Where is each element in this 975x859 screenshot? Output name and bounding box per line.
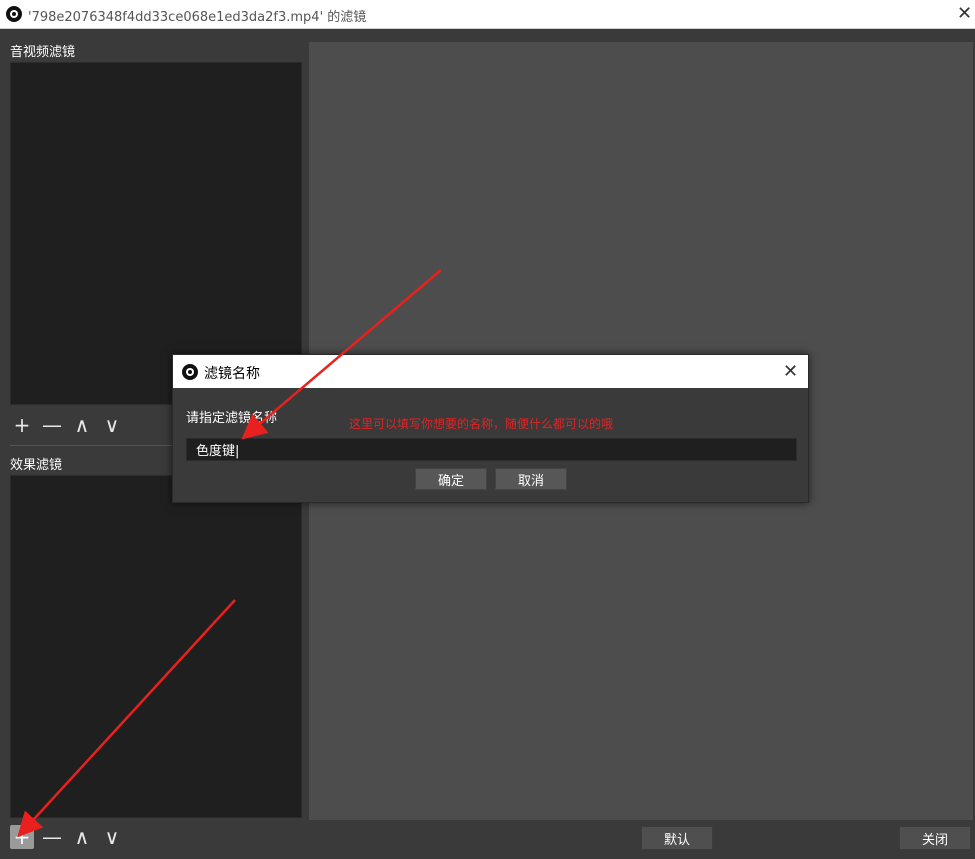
effect-filters-toolbar: + — ∧ ∨ xyxy=(10,824,124,850)
minus-icon[interactable]: — xyxy=(40,413,64,437)
effect-filters-label: 效果滤镜 xyxy=(10,458,63,473)
plus-icon[interactable]: + xyxy=(10,413,34,437)
close-icon[interactable]: ✕ xyxy=(783,363,798,381)
dialog-title: 滤镜名称 xyxy=(204,366,260,382)
dialog-prompt: 请指定滤镜名称 xyxy=(186,411,278,426)
chevron-up-icon[interactable]: ∧ xyxy=(70,825,94,849)
minus-icon[interactable]: — xyxy=(40,825,64,849)
cancel-button[interactable]: 取消 xyxy=(495,468,567,490)
annotation-text: 这里可以填写你想要的名称，随便什么都可以的哦 xyxy=(349,417,614,431)
chevron-down-icon[interactable]: ∨ xyxy=(100,413,124,437)
effect-filters-list[interactable] xyxy=(10,475,302,818)
window-title: '798e2076348f4dd33ce068e1ed3da2f3.mp4' 的… xyxy=(28,10,367,25)
dialog-titlebar: 滤镜名称 ✕ xyxy=(173,355,808,388)
filter-name-input[interactable] xyxy=(186,438,797,461)
window-titlebar: '798e2076348f4dd33ce068e1ed3da2f3.mp4' 的… xyxy=(0,0,975,29)
audio-video-filters-toolbar: + — ∧ ∨ xyxy=(10,412,124,438)
close-icon[interactable]: ✕ xyxy=(957,5,972,23)
close-button[interactable]: 关闭 xyxy=(899,826,971,850)
plus-icon[interactable]: + xyxy=(10,825,34,849)
chevron-up-icon[interactable]: ∧ xyxy=(70,413,94,437)
obs-logo-icon xyxy=(6,6,22,22)
ok-button[interactable]: 确定 xyxy=(415,468,487,490)
chevron-down-icon[interactable]: ∨ xyxy=(100,825,124,849)
defaults-button[interactable]: 默认 xyxy=(641,826,713,850)
obs-logo-icon xyxy=(182,364,198,380)
audio-video-filters-label: 音视频滤镜 xyxy=(10,45,76,60)
